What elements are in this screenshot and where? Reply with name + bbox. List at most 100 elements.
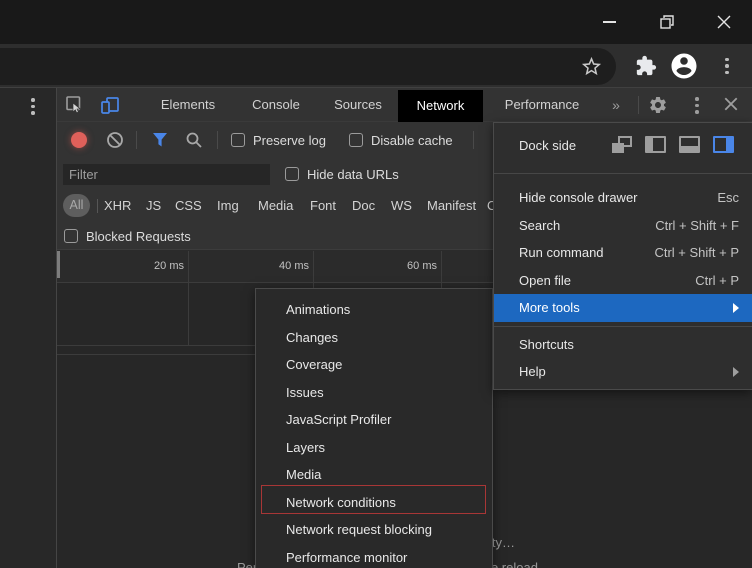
funnel-icon xyxy=(151,132,169,148)
filter-input[interactable] xyxy=(63,164,270,185)
inspect-element-button[interactable] xyxy=(65,95,85,115)
divider xyxy=(136,131,137,149)
menu-item-label: Search xyxy=(519,218,655,233)
dock-right-icon[interactable] xyxy=(713,136,734,153)
submenu-item-animations[interactable]: Animations xyxy=(256,296,492,324)
tab-performance[interactable]: Performance xyxy=(485,88,599,122)
submenu-item-media[interactable]: Media xyxy=(256,461,492,489)
menu-item-shortcut: Ctrl + Shift + P xyxy=(654,245,739,260)
avatar-icon xyxy=(669,51,699,81)
tab-network[interactable]: Network xyxy=(398,90,483,122)
close-devtools-button[interactable] xyxy=(723,96,743,116)
undock-icon[interactable] xyxy=(611,136,632,153)
menu-item-open-file[interactable]: Open file Ctrl + P xyxy=(494,267,752,295)
timeline-tick: 60 ms xyxy=(380,260,437,272)
inspect-cursor-icon xyxy=(65,95,85,115)
devtools-menu-button[interactable] xyxy=(695,97,699,114)
menu-item-hide-console-drawer[interactable]: Hide console drawer Esc xyxy=(494,184,752,212)
timeline-gridline xyxy=(188,251,189,345)
chip-media[interactable]: Media xyxy=(258,198,293,213)
chip-img[interactable]: Img xyxy=(217,198,239,213)
menu-item-shortcut: Esc xyxy=(717,190,739,205)
page-area xyxy=(0,88,57,568)
device-toolbar-button[interactable] xyxy=(100,95,120,115)
more-tabs-button[interactable]: » xyxy=(605,88,627,122)
submenu-item-network-conditions[interactable]: Network conditions xyxy=(256,489,492,517)
submenu-item-issues[interactable]: Issues xyxy=(256,379,492,407)
menu-item-label: More tools xyxy=(519,300,733,315)
record-button[interactable] xyxy=(71,132,87,148)
submenu-item-javascript-profiler[interactable]: JavaScript Profiler xyxy=(256,406,492,434)
disable-cache-checkbox[interactable]: Disable cache xyxy=(349,131,453,149)
disable-cache-label: Disable cache xyxy=(371,133,453,148)
menu-item-search[interactable]: Search Ctrl + Shift + F xyxy=(494,212,752,240)
window-titlebar xyxy=(0,0,752,44)
star-outline-icon xyxy=(580,55,603,78)
menu-item-shortcut: Ctrl + P xyxy=(695,273,739,288)
submenu-item-network-request-blocking[interactable]: Network request blocking xyxy=(256,516,492,544)
hide-data-urls-checkbox[interactable]: Hide data URLs xyxy=(285,165,399,183)
submenu-item-layers[interactable]: Layers xyxy=(256,434,492,462)
scrollbar-thumb[interactable] xyxy=(57,251,60,278)
menu-item-help[interactable]: Help xyxy=(494,358,752,386)
chip-ws[interactable]: WS xyxy=(391,198,412,213)
gear-icon xyxy=(648,95,668,115)
divider xyxy=(638,96,639,114)
tab-elements[interactable]: Elements xyxy=(131,88,245,122)
submenu-item-coverage[interactable]: Coverage xyxy=(256,351,492,379)
chip-all[interactable]: All xyxy=(63,194,90,217)
chip-xhr[interactable]: XHR xyxy=(104,198,131,213)
chip-font[interactable]: Font xyxy=(310,198,336,213)
puzzle-icon xyxy=(635,55,657,77)
browser-menu-button[interactable] xyxy=(712,51,742,81)
page-menu-button[interactable] xyxy=(31,98,35,115)
menu-item-label: Open file xyxy=(519,273,695,288)
address-bar[interactable] xyxy=(0,48,616,85)
blocked-requests-checkbox[interactable]: Blocked Requests xyxy=(64,227,191,245)
menu-item-run-command[interactable]: Run command Ctrl + Shift + P xyxy=(494,239,752,267)
tab-sources[interactable]: Sources xyxy=(315,88,401,122)
menu-item-label: Hide console drawer xyxy=(519,190,717,205)
extensions-button[interactable] xyxy=(631,51,661,81)
minimize-button[interactable] xyxy=(594,8,624,36)
preserve-log-checkbox[interactable]: Preserve log xyxy=(231,131,326,149)
close-icon xyxy=(717,15,731,29)
tab-console[interactable]: Console xyxy=(233,88,319,122)
submenu-arrow-icon xyxy=(733,303,739,313)
checkbox-icon xyxy=(231,133,245,147)
bookmark-button[interactable] xyxy=(580,55,603,78)
menu-item-more-tools[interactable]: More tools xyxy=(494,294,752,322)
submenu-item-changes[interactable]: Changes xyxy=(256,324,492,352)
checkbox-icon xyxy=(349,133,363,147)
chip-doc[interactable]: Doc xyxy=(352,198,375,213)
menu-item-shortcuts[interactable]: Shortcuts xyxy=(494,331,752,359)
submenu-item-performance-monitor[interactable]: Performance monitor xyxy=(256,544,492,568)
filter-toggle-button[interactable] xyxy=(151,132,169,148)
blocked-requests-label: Blocked Requests xyxy=(86,229,191,244)
dock-side-label: Dock side xyxy=(519,138,576,153)
restore-button[interactable] xyxy=(652,8,682,36)
chip-manifest[interactable]: Manifest xyxy=(427,198,476,213)
devtools-tabbar: Elements Console Sources Network Perform… xyxy=(57,88,752,122)
divider xyxy=(97,199,98,213)
settings-button[interactable] xyxy=(648,95,668,115)
close-icon xyxy=(723,96,739,112)
profile-button[interactable] xyxy=(669,51,699,81)
kebab-icon xyxy=(725,58,729,75)
timeline-tick: 40 ms xyxy=(252,260,309,272)
divider xyxy=(217,131,218,149)
dock-left-icon[interactable] xyxy=(645,136,666,153)
chip-css[interactable]: CSS xyxy=(175,198,202,213)
menu-item-label: Help xyxy=(519,364,733,379)
dock-side-row: Dock side xyxy=(494,123,752,173)
preserve-log-label: Preserve log xyxy=(253,133,326,148)
clear-icon xyxy=(106,131,124,149)
chip-js[interactable]: JS xyxy=(146,198,161,213)
search-button[interactable] xyxy=(185,131,203,149)
dock-bottom-icon[interactable] xyxy=(679,136,700,153)
minimize-icon xyxy=(603,21,616,23)
clear-button[interactable] xyxy=(106,131,124,149)
close-window-button[interactable] xyxy=(709,8,739,36)
more-tools-submenu: Animations Changes Coverage Issues JavaS… xyxy=(255,288,493,568)
device-toolbar-icon xyxy=(100,95,120,115)
